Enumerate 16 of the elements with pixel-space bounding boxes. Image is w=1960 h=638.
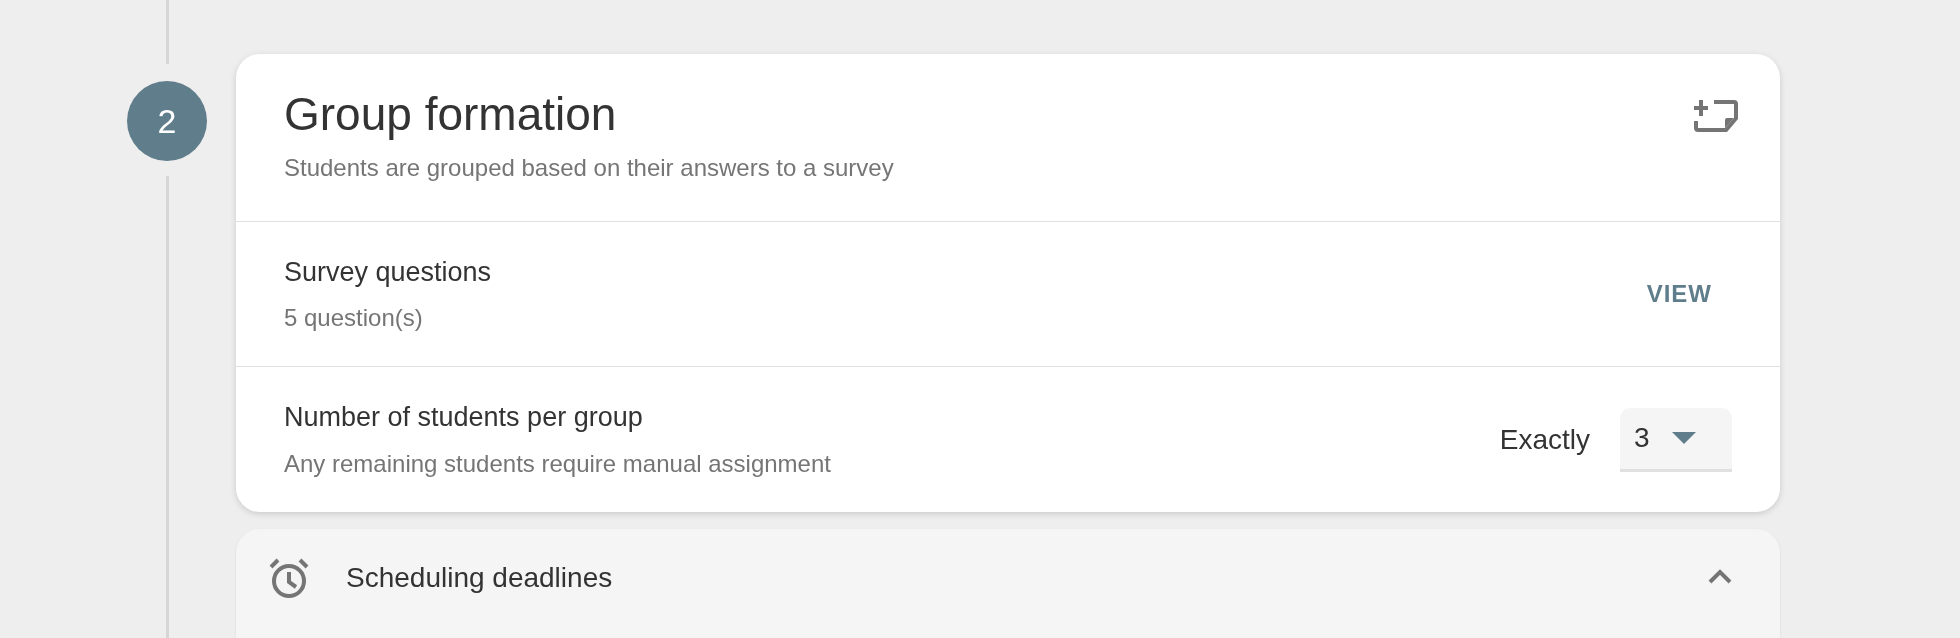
view-button[interactable]: VIEW [1630,268,1728,320]
row-detail: Any remaining students require manual assignment [284,448,831,479]
step-number-badge: 2 [127,81,207,161]
group-size-dropdown[interactable]: 3 [1620,407,1732,472]
add-note-icon[interactable] [1694,99,1738,135]
dropdown-caret-icon [1671,432,1696,444]
scheduling-section-header[interactable]: Scheduling deadlines [236,529,1780,638]
chevron-icon[interactable] [1708,569,1732,585]
card-title: Group formation [284,88,618,140]
row-detail: 5 question(s) [284,303,424,334]
alarm-clock-icon [268,557,310,599]
select-prefix: Exactly [1499,422,1590,457]
row-label: Number of students per group [284,401,644,435]
section-title: Scheduling deadlines [346,561,613,595]
row-label: Survey questions [284,255,492,289]
card-subtitle: Students are grouped based on their answers to a survey [284,153,894,183]
